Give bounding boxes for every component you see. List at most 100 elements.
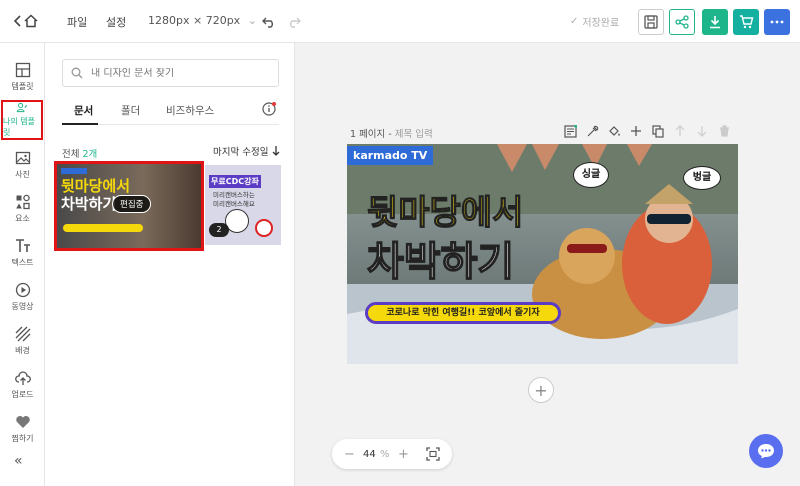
sidebar: 템플릿 나의 템플릿 사진 요소 텍스트 동영상 배경 업로드 찜하기 « xyxy=(0,43,45,486)
sidebar-item-elements[interactable]: 요소 xyxy=(0,187,45,231)
zoom-control: − 44 % + xyxy=(332,439,452,469)
save-status: ✓ 저장완료 xyxy=(570,14,619,29)
page-title-input[interactable]: 제목 입력 xyxy=(395,129,433,140)
canvas-size-label: 1280px × 720px xyxy=(148,14,241,27)
page-toolbar xyxy=(563,124,731,138)
speech-bubble-1: 싱글 xyxy=(573,162,609,188)
canvas-size-select[interactable]: 1280px × 720px ⌄ xyxy=(148,14,257,27)
cart-button[interactable] xyxy=(733,9,759,35)
duplicate-icon[interactable] xyxy=(651,124,665,138)
zoom-value[interactable]: 44 xyxy=(363,449,376,460)
sidebar-item-label: 요소 xyxy=(15,214,30,223)
sidebar-item-text[interactable]: 텍스트 xyxy=(0,231,45,275)
photo-icon xyxy=(15,151,30,165)
design-headline-1: 뒷마당에서 xyxy=(366,193,524,233)
undo-button[interactable] xyxy=(256,9,282,35)
zoom-out-button[interactable]: − xyxy=(344,447,355,462)
active-tab-indicator xyxy=(62,123,98,125)
sidebar-item-label: 텍스트 xyxy=(11,258,34,267)
chat-button[interactable] xyxy=(749,434,783,468)
chevron-left-icon xyxy=(14,15,21,27)
thumbnail2-title: 무료CDC강좌 xyxy=(209,175,261,188)
top-bar: 파일 설정 1280px × 720px ⌄ ✓ 저장완료 xyxy=(0,0,800,43)
home-button[interactable] xyxy=(14,11,44,31)
trash-icon[interactable] xyxy=(717,124,731,138)
sidebar-item-photos[interactable]: 사진 xyxy=(0,143,45,187)
sidebar-item-my-templates[interactable]: 나의 템플릿 xyxy=(1,100,43,140)
share-button[interactable] xyxy=(669,9,695,35)
sidebar-item-favorites[interactable]: 찜하기 xyxy=(0,407,45,451)
canvas-area: 1 페이지 - 제목 입력 karmado TV 뒷마당에서 차박하기 코로나로… xyxy=(295,43,800,486)
user-edit-icon xyxy=(16,102,28,113)
sidebar-item-label: 사진 xyxy=(15,170,30,179)
collapse-sidebar-button[interactable]: « xyxy=(14,453,23,469)
sidebar-item-label: 템플릿 xyxy=(11,82,34,91)
page-count-badge: 2 xyxy=(209,223,229,237)
document-count: 전체 2개 xyxy=(62,146,97,160)
count-prefix: 전체 xyxy=(62,149,80,160)
editing-badge: 편집중 xyxy=(112,195,152,213)
sidebar-item-video[interactable]: 동영상 xyxy=(0,275,45,319)
zoom-in-button[interactable]: + xyxy=(398,447,409,462)
play-icon xyxy=(15,282,30,298)
thumbnail-headline-2: 차박하기 xyxy=(61,195,117,213)
sidebar-item-upload[interactable]: 업로드 xyxy=(0,363,45,407)
search-icon xyxy=(71,67,83,79)
menu-file[interactable]: 파일 xyxy=(67,14,87,30)
undo-icon xyxy=(262,17,273,28)
notes-icon[interactable] xyxy=(563,124,577,138)
document-thumbnail-2[interactable]: 무료CDC강좌 미리캔버스하는 미리캔버스해요 2 xyxy=(205,165,281,245)
zoom-unit: % xyxy=(380,448,390,460)
design-headline-2: 차박하기 xyxy=(366,239,515,285)
text-icon xyxy=(15,239,30,252)
count-value: 2개 xyxy=(82,149,98,160)
thumbnail-brand xyxy=(61,168,87,174)
sidebar-item-label: 나의 템플릿 xyxy=(3,117,35,137)
redo-button[interactable] xyxy=(281,9,307,35)
sort-dropdown[interactable]: 마지막 수정일 xyxy=(213,144,280,158)
heart-icon xyxy=(15,416,30,428)
save-button[interactable] xyxy=(638,9,664,35)
page-label: 1 페이지 - 제목 입력 xyxy=(350,126,433,140)
arrow-down-icon xyxy=(273,146,280,156)
cart-icon xyxy=(739,15,753,29)
menu-settings[interactable]: 설정 xyxy=(106,14,126,30)
document-thumbnail-1[interactable]: 뒷마당에서 차박하기 편집중 xyxy=(54,161,204,251)
redo-icon xyxy=(290,17,301,28)
search-box[interactable] xyxy=(62,59,279,87)
tab-folders[interactable]: 폴더 xyxy=(121,103,140,118)
save-status-text: 저장완료 xyxy=(582,18,620,29)
design-subtitle: 코로나로 막힌 여행길!! 코앞에서 즐기자 xyxy=(365,302,561,324)
search-input[interactable] xyxy=(91,67,261,79)
cloud-upload-icon xyxy=(14,371,31,385)
my-templates-panel: 문서 폴더 비즈하우스 전체 2개 마지막 수정일 뒷마당에서 차박하기 편집중… xyxy=(45,43,295,486)
floppy-icon xyxy=(644,15,658,29)
add-page-button[interactable]: + xyxy=(528,377,554,403)
check-icon: ✓ xyxy=(570,16,579,27)
share-icon xyxy=(675,15,689,29)
more-button[interactable] xyxy=(764,9,790,35)
fit-screen-icon[interactable] xyxy=(426,447,440,464)
tab-documents[interactable]: 문서 xyxy=(74,103,93,118)
sort-label: 마지막 수정일 xyxy=(213,147,269,158)
more-icon xyxy=(770,20,784,24)
eyedropper-icon[interactable] xyxy=(585,124,599,138)
download-icon xyxy=(710,16,720,29)
no-sign-icon xyxy=(255,219,273,237)
template-icon xyxy=(15,62,30,78)
panel-tabs: 문서 폴더 비즈하우스 xyxy=(62,101,279,125)
move-down-icon[interactable] xyxy=(695,124,709,138)
thumbnail2-line-2: 미리캔버스해요 xyxy=(213,200,255,208)
design-canvas[interactable]: karmado TV 뒷마당에서 차박하기 코로나로 막힌 여행길!! 코앞에서… xyxy=(347,144,738,364)
download-button[interactable] xyxy=(702,9,728,35)
info-icon[interactable] xyxy=(262,102,276,116)
move-up-icon[interactable] xyxy=(673,124,687,138)
sidebar-item-templates[interactable]: 템플릿 xyxy=(0,55,45,99)
chat-icon xyxy=(758,444,774,459)
brand-label: karmado TV xyxy=(347,146,434,165)
add-icon[interactable] xyxy=(629,124,643,138)
tab-bizhouse[interactable]: 비즈하우스 xyxy=(166,103,214,118)
sidebar-item-background[interactable]: 배경 xyxy=(0,319,45,363)
page-number: 1 페이지 - xyxy=(350,129,395,140)
paint-bucket-icon[interactable] xyxy=(607,124,621,138)
